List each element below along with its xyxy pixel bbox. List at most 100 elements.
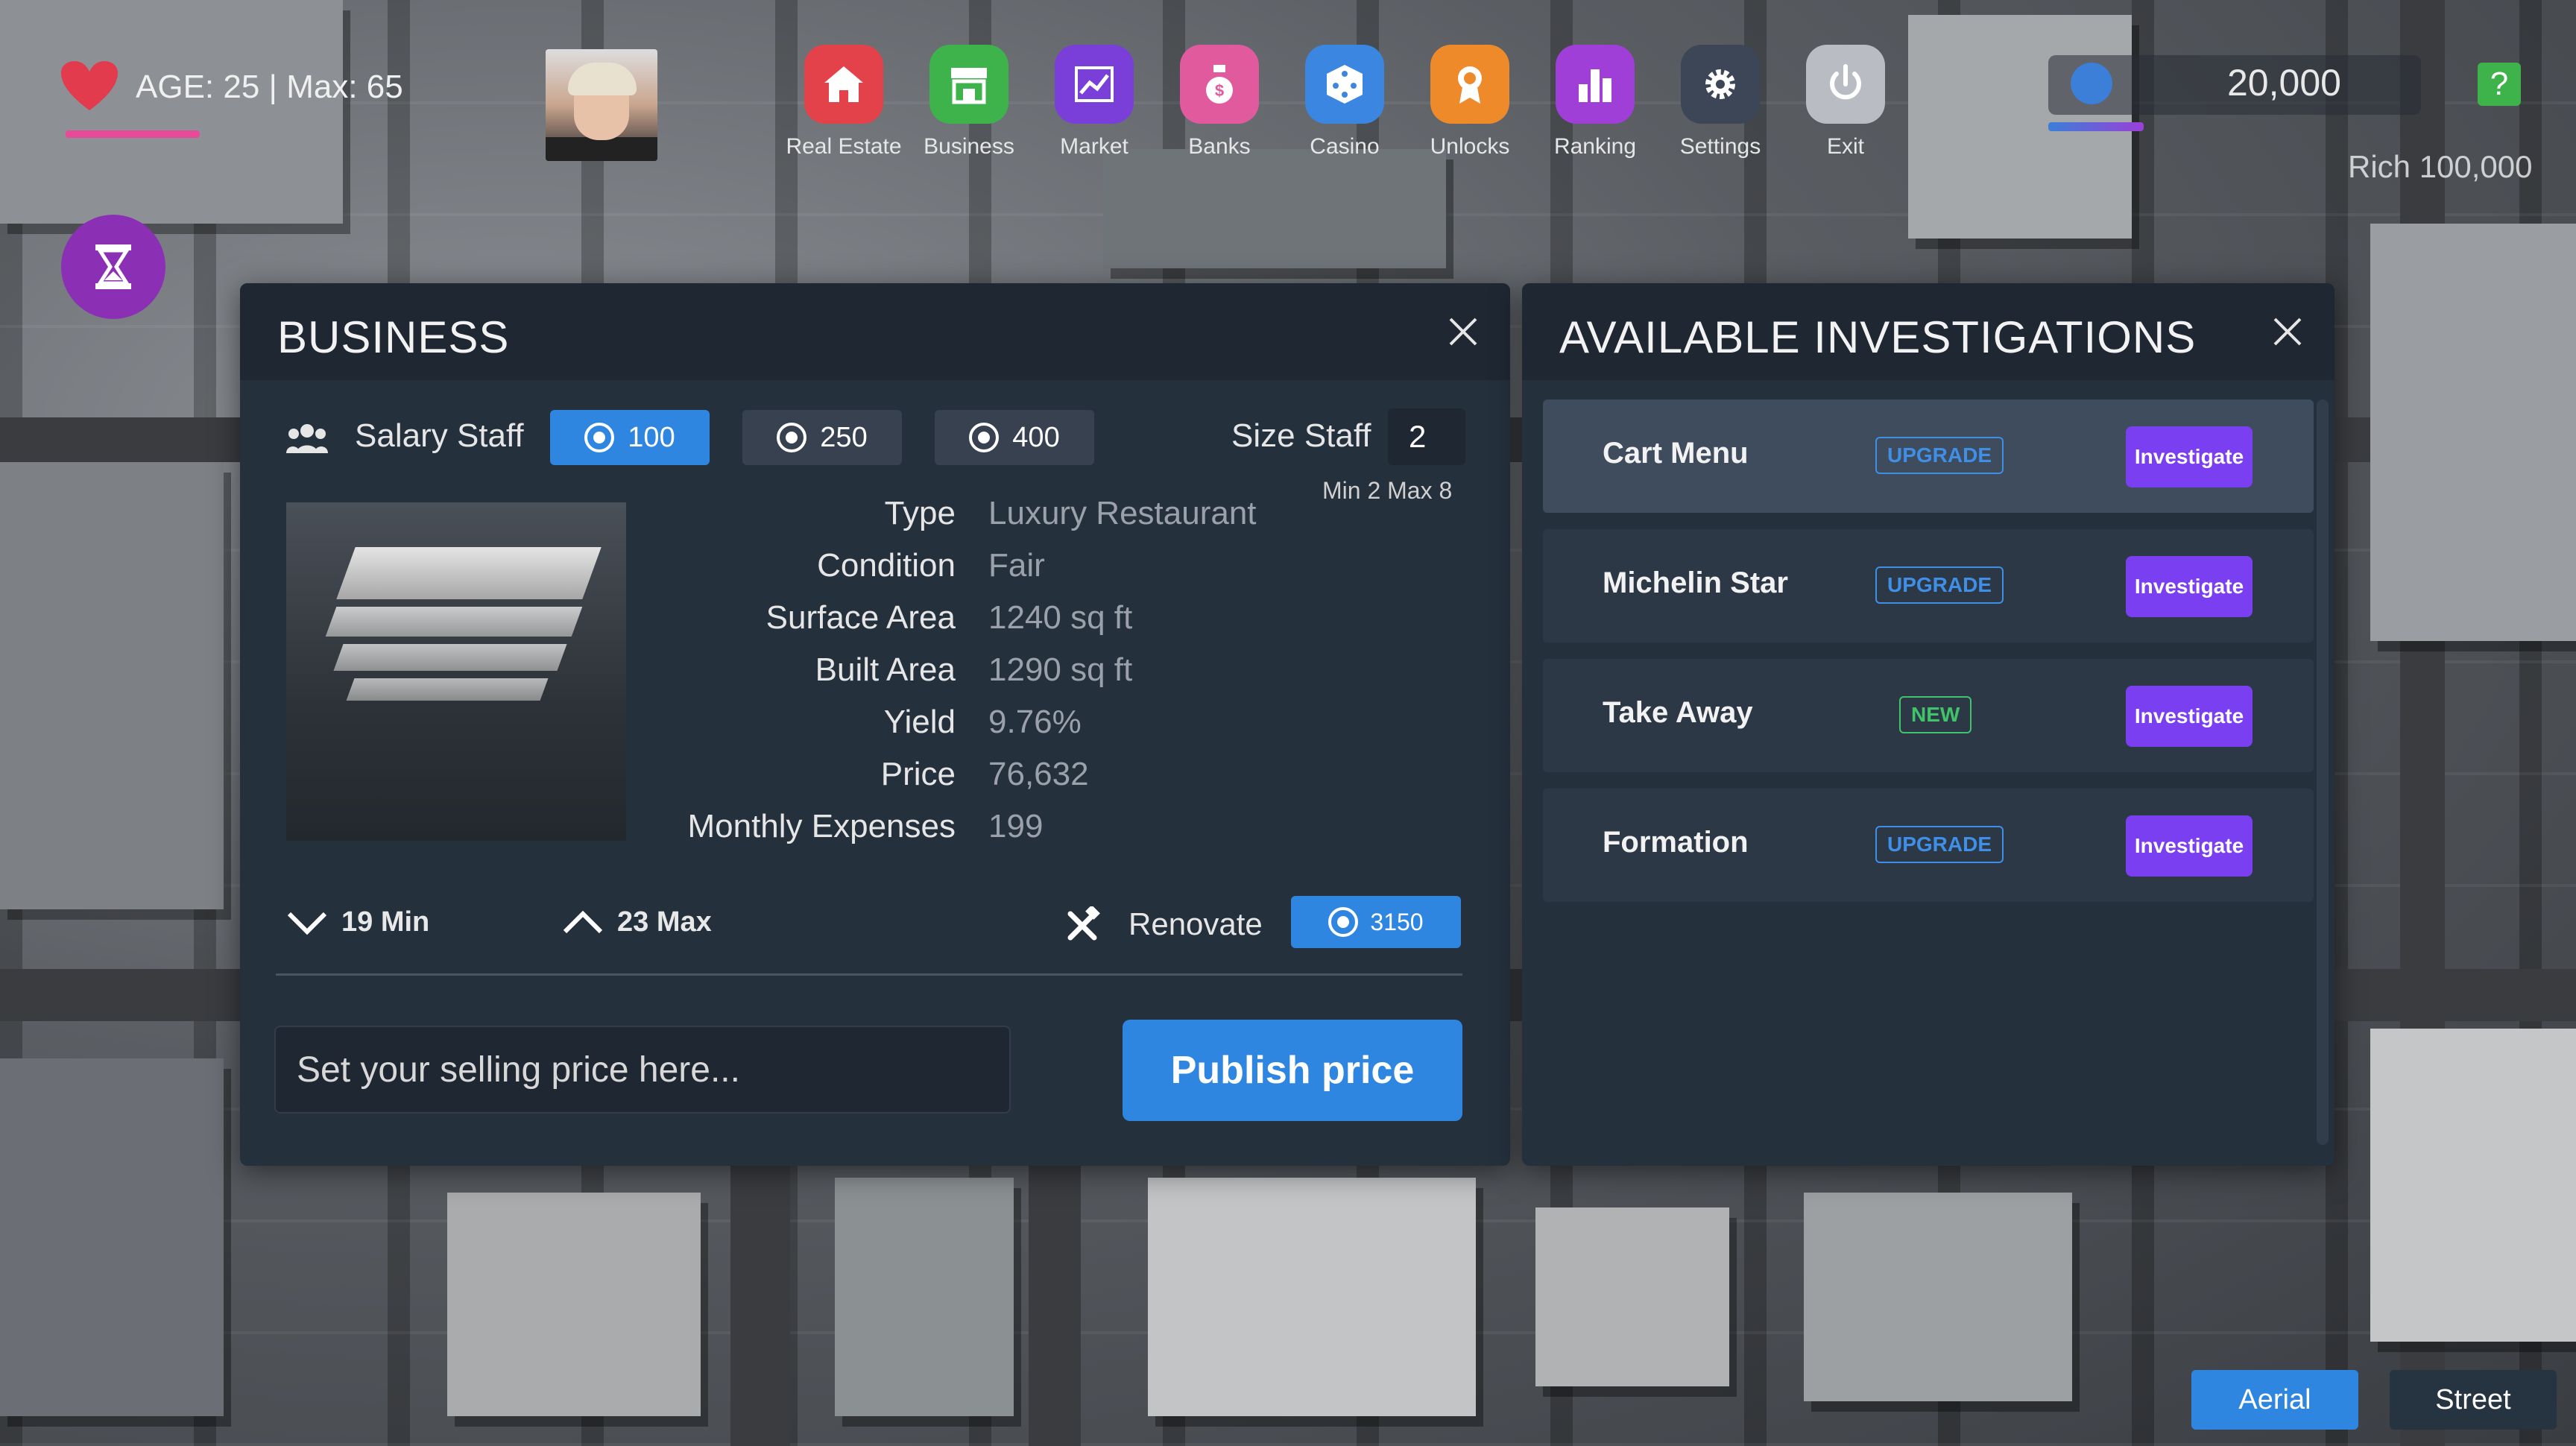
size-staff-label: Size Staff <box>1231 417 1371 454</box>
award-icon[interactable] <box>1430 45 1509 124</box>
list-item[interactable]: Formation UPGRADE Investigate <box>1543 789 2314 902</box>
list-item[interactable]: Cart Menu UPGRADE Investigate <box>1543 400 2314 513</box>
size-staff-hint: Min 2 Max 8 <box>1322 477 1453 504</box>
coin-icon <box>1328 907 1359 937</box>
player-avatar[interactable] <box>546 49 657 161</box>
selling-price-input[interactable] <box>274 1026 1011 1114</box>
salary-staff-label: Salary Staff <box>355 417 524 454</box>
salary-option-label: 400 <box>1012 421 1060 453</box>
close-icon[interactable] <box>1445 313 1482 350</box>
max-label: 23 Max <box>617 906 712 938</box>
menu-label: Casino <box>1310 134 1380 159</box>
menu-label: Unlocks <box>1430 134 1510 159</box>
info-label-type: Type <box>884 495 956 531</box>
svg-text:$: $ <box>1215 81 1224 100</box>
chevron-down-icon <box>287 912 327 935</box>
info-label-built-area: Built Area <box>815 651 956 688</box>
salary-option-label: 250 <box>820 421 868 453</box>
scrollbar[interactable] <box>2317 400 2329 1145</box>
power-icon[interactable] <box>1806 45 1885 124</box>
info-value-condition: Fair <box>988 547 1045 584</box>
salary-option-250[interactable]: 250 <box>742 410 902 465</box>
investigate-button[interactable]: Investigate <box>2126 426 2253 487</box>
chart-icon[interactable] <box>1055 45 1134 124</box>
age-text: AGE: 25 | Max: 65 <box>136 69 403 105</box>
menu-label: Exit <box>1826 134 1864 159</box>
menu-unlocks[interactable]: Unlocks <box>1410 45 1530 171</box>
business-title: BUSINESS <box>277 312 510 362</box>
chevron-up-icon <box>563 910 603 933</box>
business-panel: BUSINESS Salary Staff 100 250 400 Size S… <box>240 283 1510 1166</box>
max-indicator: 23 Max <box>562 906 712 938</box>
investigation-name: Formation <box>1603 826 1749 859</box>
help-button[interactable]: ? <box>2478 63 2521 106</box>
menu-casino[interactable]: Casino <box>1285 45 1404 171</box>
menu-banks[interactable]: $ Banks <box>1160 45 1279 171</box>
publish-price-button[interactable]: Publish price <box>1123 1020 1462 1121</box>
staff-icon <box>286 424 328 453</box>
salary-option-label: 100 <box>628 421 675 453</box>
info-value-surface-area: 1240 sq ft <box>988 599 1133 636</box>
menu-market[interactable]: Market <box>1035 45 1154 171</box>
upgrade-badge: UPGRADE <box>1875 437 2004 474</box>
list-item[interactable]: Take Away NEW Investigate <box>1543 659 2314 772</box>
info-value-yield: 9.76% <box>988 704 1082 740</box>
money-display: 20,000 ? <box>2048 48 2525 137</box>
store-icon[interactable] <box>929 45 1008 124</box>
moneybag-icon[interactable]: $ <box>1180 45 1259 124</box>
house-icon[interactable] <box>804 45 883 124</box>
info-label-surface-area: Surface Area <box>765 599 956 636</box>
close-icon[interactable] <box>2269 313 2306 350</box>
min-label: 19 Min <box>341 906 430 938</box>
divider <box>276 973 1462 976</box>
menu-label: Real Estate <box>786 134 902 159</box>
hourglass-button[interactable] <box>61 215 165 319</box>
dice-icon[interactable] <box>1305 45 1384 124</box>
business-panel-header: BUSINESS <box>240 283 1510 380</box>
menu-label: Ranking <box>1553 134 1637 159</box>
aerial-view-button[interactable]: Aerial <box>2191 1370 2358 1430</box>
info-label-monthly-expenses: Monthly Expenses <box>687 808 956 844</box>
investigations-panel: AVAILABLE INVESTIGATIONS Cart Menu UPGRA… <box>1522 283 2334 1166</box>
menu-exit[interactable]: Exit <box>1786 45 1905 171</box>
menu-real-estate[interactable]: Real Estate <box>784 45 903 171</box>
menu-business[interactable]: Business <box>909 45 1029 171</box>
salary-option-400[interactable]: 400 <box>935 410 1094 465</box>
building-image <box>286 502 626 841</box>
info-label-condition: Condition <box>817 547 956 584</box>
coin-icon <box>969 423 1000 452</box>
size-staff-field[interactable]: 2 <box>1388 408 1465 465</box>
upgrade-badge: UPGRADE <box>1875 566 2004 604</box>
info-value-built-area: 1290 sq ft <box>988 651 1133 688</box>
gear-icon[interactable] <box>1681 45 1760 124</box>
rank-text: Rich 100,000 <box>2348 149 2533 184</box>
menu-ranking[interactable]: Ranking <box>1535 45 1655 171</box>
age-progress-bar <box>66 130 200 138</box>
salary-option-100[interactable]: 100 <box>550 410 710 465</box>
list-item[interactable]: Michelin Star UPGRADE Investigate <box>1543 529 2314 643</box>
bar-chart-icon[interactable] <box>1556 45 1635 124</box>
money-value: 20,000 <box>2227 62 2341 104</box>
coin-icon <box>777 423 807 452</box>
investigate-button[interactable]: Investigate <box>2126 815 2253 877</box>
info-value-monthly-expenses: 199 <box>988 808 1044 844</box>
coin-icon <box>2071 63 2112 104</box>
investigation-name: Take Away <box>1603 696 1753 729</box>
upgrade-badge: UPGRADE <box>1875 826 2004 863</box>
info-label-price: Price <box>880 756 956 792</box>
street-view-button[interactable]: Street <box>2390 1370 2557 1430</box>
menu-settings[interactable]: Settings <box>1661 45 1780 171</box>
new-badge: NEW <box>1899 696 1972 733</box>
info-value-type: Luxury Restaurant <box>988 495 1257 531</box>
menu-label: Settings <box>1679 134 1761 159</box>
investigate-button[interactable]: Investigate <box>2126 556 2253 617</box>
money-progress-bar <box>2048 122 2144 131</box>
investigate-button[interactable]: Investigate <box>2126 686 2253 747</box>
investigations-panel-header: AVAILABLE INVESTIGATIONS <box>1522 283 2334 380</box>
hourglass-icon <box>95 244 131 289</box>
menu-label: Banks <box>1188 134 1251 159</box>
info-label-yield: Yield <box>883 704 956 740</box>
renovate-label: Renovate <box>1128 906 1263 941</box>
age-indicator: AGE: 25 | Max: 65 <box>52 52 425 142</box>
renovate-button[interactable]: 3150 <box>1291 896 1461 948</box>
